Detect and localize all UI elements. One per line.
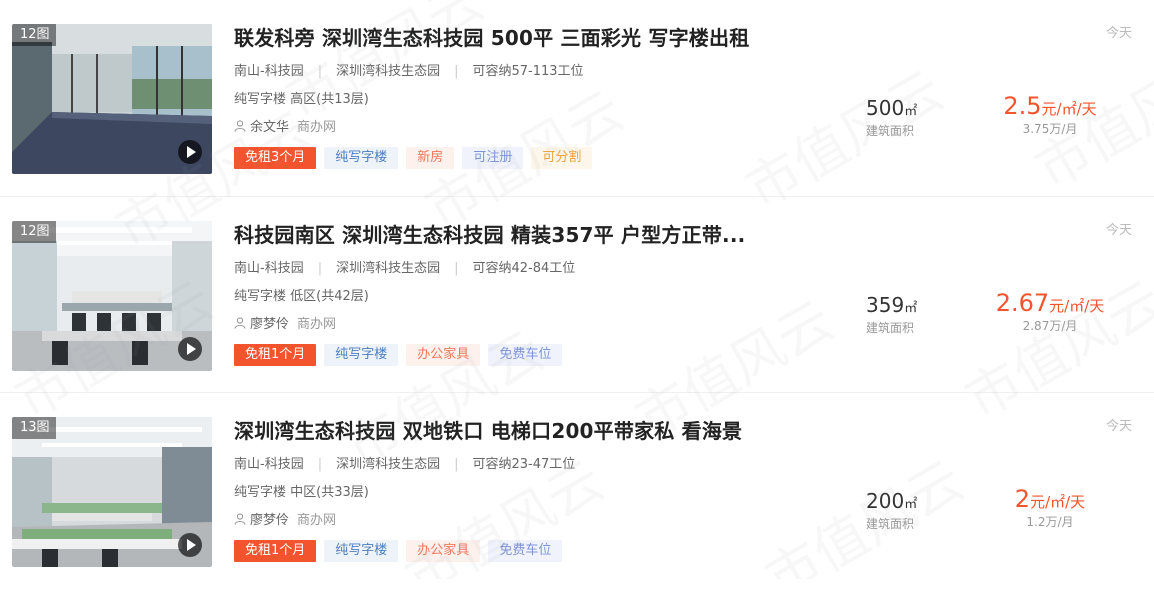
source-text: 商办网 (297, 513, 337, 528)
divider: | (454, 64, 459, 79)
listing-photo[interactable]: 12图 (12, 221, 212, 371)
price-value: 2.5 (1003, 92, 1042, 120)
price-block: 2.67元/㎡/天 2.87万/月 (960, 289, 1140, 334)
image-count-badge: 12图 (12, 221, 56, 243)
listing-location: 南山-科技园 | 深圳湾科技生态园 | 可容纳23-47工位 (234, 453, 575, 472)
area-label: 建筑面积 (866, 124, 915, 138)
park-link[interactable]: 深圳湾科技生态园 (336, 457, 440, 472)
area-unit: ㎡ (904, 301, 918, 316)
listing-card[interactable]: 12图 科技园南区 深圳湾生态科技园 精装357平 户型方正带... 南山-科技… (0, 196, 1154, 393)
tag-rent-free: 免租3个月 (234, 147, 317, 169)
area-block: 200㎡ 建筑面积 (866, 489, 936, 532)
area-value: 500 (866, 96, 905, 120)
area-value: 200 (866, 489, 905, 513)
tag-pure-office: 纯写字楼 (324, 540, 399, 562)
area-unit: ㎡ (904, 497, 918, 512)
listing-location: 南山-科技园 | 深圳湾科技生态园 | 可容纳42-84工位 (234, 257, 575, 276)
capacity-text: 可容纳23-47工位 (472, 457, 576, 472)
person-icon (234, 120, 246, 132)
price-value: 2.67 (995, 289, 1050, 317)
tag-free-parking: 免费车位 (488, 540, 563, 562)
building-type: 纯写字楼 低区(共42层) (234, 289, 369, 304)
area-block: 359㎡ 建筑面积 (866, 293, 936, 336)
area-value: 359 (866, 293, 905, 317)
tag-pure-office: 纯写字楼 (324, 147, 399, 169)
tag-free-parking: 免费车位 (488, 344, 563, 366)
park-link[interactable]: 深圳湾科技生态园 (336, 261, 440, 276)
district-link[interactable]: 南山-科技园 (234, 261, 304, 276)
park-link[interactable]: 深圳湾科技生态园 (336, 64, 440, 79)
tag-list: 免租3个月 纯写字楼 新房 可注册 可分割 (234, 146, 600, 169)
tag-pure-office: 纯写字楼 (324, 344, 399, 366)
agent-name[interactable]: 余文华 (250, 120, 289, 135)
divider: | (317, 64, 323, 79)
area-label: 建筑面积 (866, 321, 915, 335)
agent-info: 廖梦伶 商办网 (234, 509, 336, 528)
tag-list: 免租1个月 纯写字楼 办公家具 免费车位 (234, 539, 570, 562)
play-video-icon[interactable] (178, 337, 202, 361)
tag-registrable: 可注册 (462, 147, 524, 169)
image-count-badge: 12图 (12, 24, 56, 46)
source-text: 商办网 (297, 120, 337, 135)
building-type: 纯写字楼 高区(共13层) (234, 92, 369, 107)
price-unit: 元/㎡/天 (1041, 100, 1097, 118)
divider: | (317, 261, 323, 276)
agent-info: 廖梦伶 商办网 (234, 313, 336, 332)
price-value: 2 (1014, 485, 1031, 513)
listing-date: 今天 (1105, 223, 1132, 238)
tag-furniture: 办公家具 (406, 344, 481, 366)
price-unit: 元/㎡/天 (1030, 493, 1086, 511)
district-link[interactable]: 南山-科技园 (234, 64, 304, 79)
play-video-icon[interactable] (178, 140, 202, 164)
listing-card[interactable]: 12图 联发科旁 深圳湾生态科技园 500平 三面彩光 写字楼出租 南山-科技园… (0, 0, 1154, 196)
listing-location: 南山-科技园 | 深圳湾科技生态园 | 可容纳57-113工位 (234, 60, 584, 79)
price-block: 2元/㎡/天 1.2万/月 (960, 485, 1140, 530)
area-label: 建筑面积 (866, 517, 915, 531)
tag-furniture: 办公家具 (406, 540, 481, 562)
listing-title[interactable]: 联发科旁 深圳湾生态科技园 500平 三面彩光 写字楼出租 (234, 22, 749, 51)
agent-info: 余文华 商办网 (234, 116, 336, 135)
tag-new: 新房 (406, 147, 455, 169)
play-video-icon[interactable] (178, 533, 202, 557)
district-link[interactable]: 南山-科技园 (234, 457, 304, 472)
listing-date: 今天 (1105, 419, 1132, 434)
listing-photo[interactable]: 12图 (12, 24, 212, 174)
capacity-text: 可容纳57-113工位 (472, 64, 584, 79)
listing-title[interactable]: 科技园南区 深圳湾生态科技园 精装357平 户型方正带... (234, 219, 745, 248)
monthly-price: 1.2万/月 (1026, 515, 1074, 529)
divider: | (317, 457, 323, 472)
price-unit: 元/㎡/天 (1049, 297, 1105, 315)
price-block: 2.5元/㎡/天 3.75万/月 (960, 92, 1140, 137)
divider: | (454, 457, 459, 472)
divider: | (454, 261, 459, 276)
person-icon (234, 317, 246, 329)
agent-name[interactable]: 廖梦伶 (250, 513, 289, 528)
image-count-badge: 13图 (12, 417, 56, 439)
area-unit: ㎡ (904, 104, 918, 119)
area-block: 500㎡ 建筑面积 (866, 96, 936, 139)
building-type: 纯写字楼 中区(共33层) (234, 485, 369, 500)
monthly-price: 2.87万/月 (1022, 319, 1078, 333)
tag-rent-free: 免租1个月 (234, 344, 317, 366)
agent-name[interactable]: 廖梦伶 (250, 317, 289, 332)
listing-title[interactable]: 深圳湾生态科技园 双地铁口 电梯口200平带家私 看海景 (234, 415, 742, 444)
tag-rent-free: 免租1个月 (234, 540, 317, 562)
tag-list: 免租1个月 纯写字楼 办公家具 免费车位 (234, 343, 570, 366)
monthly-price: 3.75万/月 (1022, 122, 1078, 136)
person-icon (234, 513, 246, 525)
capacity-text: 可容纳42-84工位 (472, 261, 576, 276)
listing-photo[interactable]: 13图 (12, 417, 212, 567)
listing-date: 今天 (1105, 26, 1132, 41)
source-text: 商办网 (297, 317, 337, 332)
listing-card[interactable]: 13图 深圳湾生态科技园 双地铁口 电梯口200平带家私 看海景 南山-科技园 |… (0, 392, 1154, 589)
tag-divisible: 可分割 (531, 147, 593, 169)
